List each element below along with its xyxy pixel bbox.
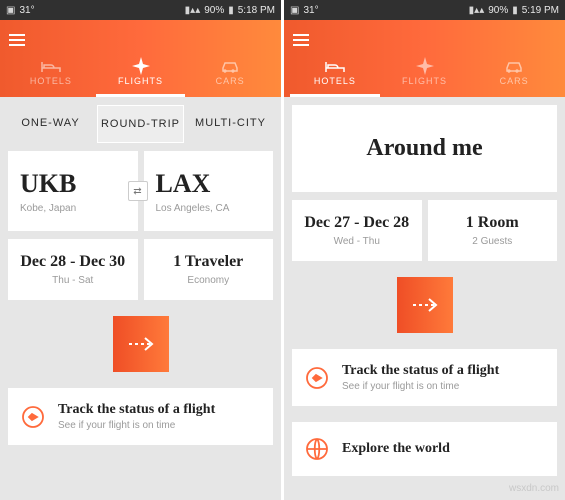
track-title: Track the status of a flight (58, 402, 215, 418)
travelers-card[interactable]: 1 Traveler Economy (144, 239, 274, 300)
app-header: HOTELS FLIGHTS CARS (284, 20, 565, 97)
trip-one-way[interactable]: ONE-WAY (8, 105, 93, 143)
arrow-right-icon (127, 334, 155, 354)
tab-hotels[interactable]: HOTELS (6, 54, 96, 97)
travelers-class: Economy (187, 275, 229, 286)
tab-cars[interactable]: CARS (185, 54, 275, 97)
status-temp: 31° (303, 5, 318, 16)
dates-days: Thu - Sat (52, 275, 93, 286)
tab-label: HOTELS (314, 76, 356, 86)
track-sub: See if your flight is on time (342, 381, 499, 392)
arrow-right-icon (411, 295, 439, 315)
track-flight-card[interactable]: Track the status of a flight See if your… (292, 349, 557, 406)
status-temp: 31° (19, 5, 34, 16)
swap-icon[interactable]: ⇄ (128, 181, 148, 201)
explore-card[interactable]: Explore the world (292, 422, 557, 476)
hotel-dates-text: Dec 27 - Dec 28 (304, 214, 409, 232)
around-me-card[interactable]: Around me (292, 105, 557, 192)
track-plane-icon (20, 404, 46, 430)
travelers-text: 1 Traveler (173, 253, 243, 271)
status-battery: 90% (204, 5, 224, 16)
search-button[interactable] (397, 277, 453, 333)
trip-multi-city[interactable]: MULTI-CITY (188, 105, 273, 143)
phone-hotels: ▣ 31° ▮▴▴ 90% ▮ 5:19 PM HOTELS FLIGHTS C… (284, 0, 565, 500)
car-icon (220, 58, 240, 74)
battery-icon: ▮ (228, 5, 234, 16)
watermark: wsxdn.com (509, 483, 559, 494)
phone-flights: ▣ 31° ▮▴▴ 90% ▮ 5:18 PM HOTELS FLIGHTS C… (0, 0, 281, 500)
status-bar: ▣ 31° ▮▴▴ 90% ▮ 5:19 PM (284, 0, 565, 20)
tab-label: FLIGHTS (118, 76, 163, 86)
hotel-dates-days: Wed - Thu (334, 236, 380, 247)
hotel-dates-card[interactable]: Dec 27 - Dec 28 Wed - Thu (292, 200, 422, 261)
rooms-card[interactable]: 1 Room 2 Guests (428, 200, 558, 261)
track-flight-card[interactable]: Track the status of a flight See if your… (8, 388, 273, 445)
notif-icon: ▣ (290, 5, 299, 16)
hamburger-icon[interactable] (0, 34, 34, 46)
status-battery: 90% (488, 5, 508, 16)
tab-flights[interactable]: FLIGHTS (380, 54, 470, 97)
to-card[interactable]: LAX Los Angeles, CA (144, 151, 274, 231)
track-sub: See if your flight is on time (58, 420, 215, 431)
dates-text: Dec 28 - Dec 30 (20, 253, 125, 271)
track-title: Track the status of a flight (342, 363, 499, 379)
nav-tabs: HOTELS FLIGHTS CARS (284, 54, 565, 97)
from-city: Kobe, Japan (20, 203, 126, 214)
tab-hotels[interactable]: HOTELS (290, 54, 380, 97)
plane-icon (132, 58, 150, 74)
from-card[interactable]: UKB Kobe, Japan ⇄ (8, 151, 138, 231)
trip-round-trip[interactable]: ROUND-TRIP (97, 105, 184, 143)
explore-title: Explore the world (342, 441, 450, 457)
bed-icon (325, 58, 345, 74)
tab-label: HOTELS (30, 76, 72, 86)
to-code: LAX (156, 169, 262, 199)
globe-icon (304, 436, 330, 462)
tab-label: CARS (216, 76, 245, 86)
status-time: 5:18 PM (238, 5, 275, 16)
trip-type-bar: ONE-WAY ROUND-TRIP MULTI-CITY (8, 105, 273, 143)
nav-tabs: HOTELS FLIGHTS CARS (0, 54, 281, 97)
tab-label: FLIGHTS (402, 76, 447, 86)
hamburger-icon[interactable] (284, 34, 318, 46)
rooms-text: 1 Room (466, 214, 519, 232)
bed-icon (41, 58, 61, 74)
hotels-body: Around me Dec 27 - Dec 28 Wed - Thu 1 Ro… (284, 97, 565, 500)
track-plane-icon (304, 365, 330, 391)
from-code: UKB (20, 169, 126, 199)
tab-cars[interactable]: CARS (469, 54, 559, 97)
flights-body: ONE-WAY ROUND-TRIP MULTI-CITY UKB Kobe, … (0, 97, 281, 500)
search-button[interactable] (113, 316, 169, 372)
dates-card[interactable]: Dec 28 - Dec 30 Thu - Sat (8, 239, 138, 300)
tab-label: CARS (500, 76, 529, 86)
notif-icon: ▣ (6, 5, 15, 16)
tab-flights[interactable]: FLIGHTS (96, 54, 186, 97)
status-bar: ▣ 31° ▮▴▴ 90% ▮ 5:18 PM (0, 0, 281, 20)
app-header: HOTELS FLIGHTS CARS (0, 20, 281, 97)
status-time: 5:19 PM (522, 5, 559, 16)
signal-icon: ▮▴▴ (469, 5, 485, 16)
signal-icon: ▮▴▴ (185, 5, 201, 16)
to-city: Los Angeles, CA (156, 203, 262, 214)
guests-text: 2 Guests (472, 236, 512, 247)
battery-icon: ▮ (512, 5, 518, 16)
car-icon (504, 58, 524, 74)
plane-icon (416, 58, 434, 74)
